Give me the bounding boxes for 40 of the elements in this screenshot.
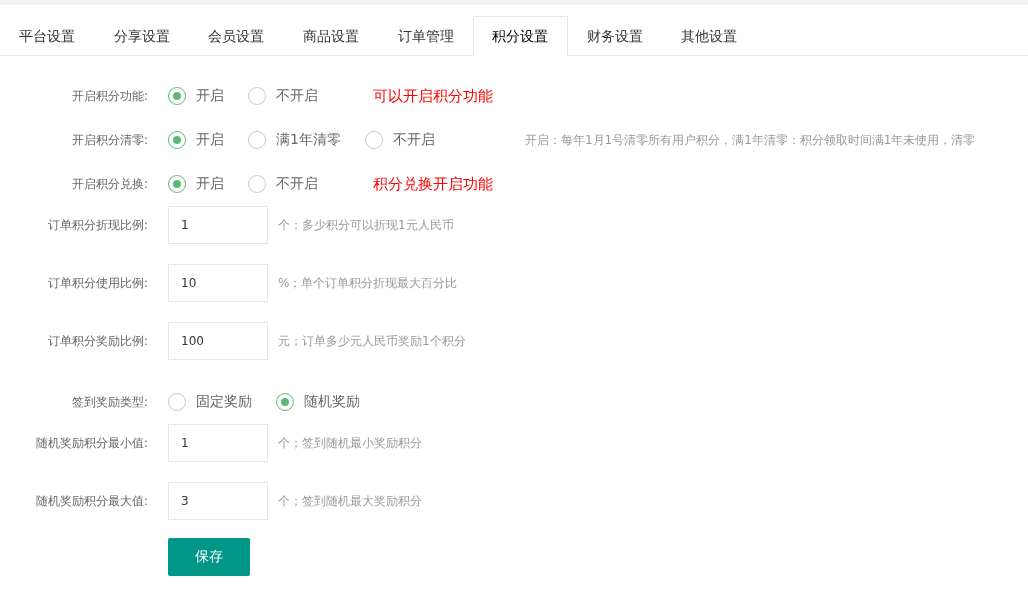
tab[interactable]: 会员设置 [189, 16, 284, 56]
field-label: 订单积分折现比例: [46, 217, 148, 234]
input-field[interactable]: 1 [168, 424, 268, 462]
tab[interactable]: 其他设置 [662, 16, 757, 56]
input-field[interactable]: 1 [168, 206, 268, 244]
field-label: 签到奖励类型: [70, 393, 148, 411]
radio-label[interactable]: 满1年清零 [276, 131, 341, 149]
hint-text: 个；签到随机最小奖励积分 [278, 435, 422, 452]
radio-label[interactable]: 固定奖励 [196, 393, 252, 411]
tab[interactable]: 商品设置 [283, 16, 379, 56]
hint-text: 个；多少积分可以折现1元人民币 [278, 217, 454, 234]
tab[interactable]: 分享设置 [94, 16, 190, 56]
radio-label[interactable]: 不开启 [276, 175, 318, 193]
radio-label[interactable]: 不开启 [392, 131, 435, 149]
field-label: 开启积分功能: [70, 87, 148, 105]
radio-label[interactable]: 开启 [196, 87, 224, 105]
hint-text: 开启：每年1月1号清零所有用户积分，满1年清零：积分领取时间满1年未使用，清零 [524, 131, 976, 149]
radio-label[interactable]: 不开启 [276, 87, 318, 105]
hint-text: 个；签到随机最大奖励积分 [278, 493, 422, 510]
input-field[interactable]: 100 [168, 322, 268, 360]
tab[interactable]: 财务设置 [567, 16, 663, 56]
input-field[interactable]: 3 [168, 482, 268, 520]
field-label: 订单积分使用比例: [46, 275, 148, 292]
tab[interactable]: 平台设置 [0, 16, 95, 56]
radio-label[interactable]: 随机奖励 [304, 393, 360, 411]
save-button[interactable]: 保存 [168, 538, 250, 576]
hint-text: %；单个订单积分折现最大百分比 [278, 275, 458, 292]
tab[interactable]: 积分设置 [472, 16, 568, 56]
notice-text: 积分兑换开启功能 [373, 174, 493, 194]
hint-text: 元；订单多少元人民币奖励1个积分 [278, 333, 466, 350]
radio-label[interactable]: 开启 [196, 131, 224, 149]
notice-text: 可以开启积分功能 [373, 86, 493, 106]
field-label: 开启积分清零: [70, 131, 148, 149]
tab[interactable]: 订单管理 [378, 16, 473, 56]
field-label: 订单积分奖励比例: [46, 333, 148, 350]
radio-label[interactable]: 开启 [196, 175, 224, 193]
field-label: 随机奖励积分最小值: [34, 435, 148, 452]
field-label: 随机奖励积分最大值: [34, 493, 148, 510]
input-field[interactable]: 10 [168, 264, 268, 302]
field-label: 开启积分兑换: [70, 175, 148, 193]
